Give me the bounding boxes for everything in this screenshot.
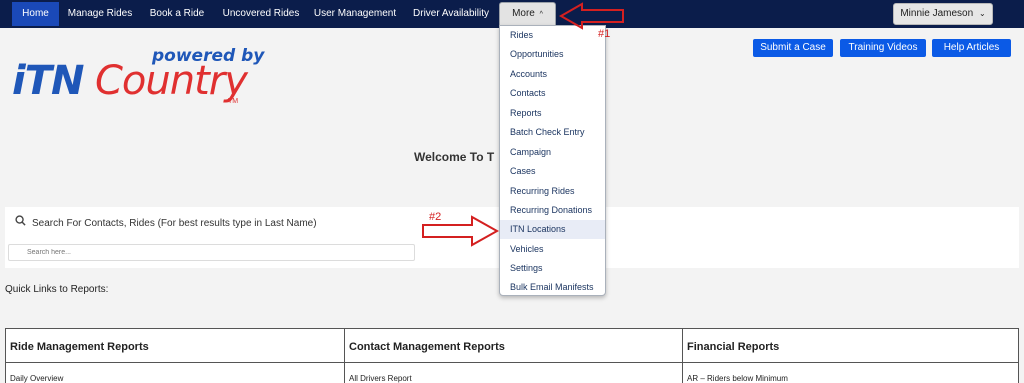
- nav-more-button[interactable]: More ^: [499, 2, 556, 26]
- nav-manage-rides[interactable]: Manage Rides: [63, 2, 137, 26]
- financial-reports-header: Financial Reports: [687, 341, 780, 353]
- menu-item-contacts[interactable]: Contacts: [500, 84, 605, 103]
- menu-item-campaign[interactable]: Campaign: [500, 143, 605, 162]
- training-videos-button[interactable]: Training Videos: [840, 39, 926, 57]
- menu-item-settings[interactable]: Settings: [500, 259, 605, 278]
- menu-item-bulk-email-manifests[interactable]: Bulk Email Manifests: [500, 278, 605, 297]
- report-link-all-drivers[interactable]: All Drivers Report: [349, 374, 412, 383]
- ride-management-column: Ride Management Reports Daily Overview: [6, 329, 345, 383]
- menu-item-reports[interactable]: Reports: [500, 104, 605, 123]
- menu-item-cases[interactable]: Cases: [500, 162, 605, 181]
- more-dropdown-menu: Rides Opportunities Accounts Contacts Re…: [499, 25, 606, 296]
- search-input[interactable]: [8, 244, 415, 261]
- nav-driver-availability[interactable]: Driver Availability: [409, 2, 493, 26]
- nav-user-management[interactable]: User Management: [311, 2, 399, 26]
- chevron-up-icon: ^: [539, 11, 543, 18]
- menu-item-vehicles[interactable]: Vehicles: [500, 240, 605, 259]
- quick-links-label: Quick Links to Reports:: [5, 284, 109, 295]
- ride-management-header: Ride Management Reports: [10, 341, 149, 353]
- menu-item-opportunities[interactable]: Opportunities: [500, 45, 605, 64]
- menu-item-accounts[interactable]: Accounts: [500, 65, 605, 84]
- report-link-ar-riders[interactable]: AR – Riders below Minimum: [687, 374, 788, 383]
- welcome-text: Welcome To T: [414, 150, 495, 164]
- nav-home[interactable]: Home: [12, 2, 59, 26]
- report-link-daily-overview[interactable]: Daily Overview: [10, 374, 63, 383]
- chevron-down-icon: ⌄: [978, 9, 986, 18]
- contact-management-header: Contact Management Reports: [349, 341, 505, 353]
- menu-item-recurring-donations[interactable]: Recurring Donations: [500, 201, 605, 220]
- help-articles-button[interactable]: Help Articles: [932, 39, 1011, 57]
- search-title: Search For Contacts, Rides (For best res…: [15, 215, 317, 229]
- itn-country-logo: powered by iTN Country TM: [12, 46, 264, 116]
- contact-management-column: Contact Management Reports All Drivers R…: [345, 329, 683, 383]
- search-icon: [15, 215, 26, 229]
- financial-reports-column: Financial Reports AR – Riders below Mini…: [683, 329, 1018, 383]
- nav-more-label: More: [512, 8, 535, 19]
- nav-book-a-ride[interactable]: Book a Ride: [145, 2, 209, 26]
- nav-uncovered-rides[interactable]: Uncovered Rides: [219, 2, 303, 26]
- user-menu-button[interactable]: Minnie Jameson ⌄: [893, 3, 993, 25]
- menu-item-recurring-rides[interactable]: Recurring Rides: [500, 182, 605, 201]
- logo-brand-itn: iTN: [12, 58, 84, 104]
- menu-item-itn-locations[interactable]: ITN Locations: [500, 220, 605, 239]
- menu-item-batch-check-entry[interactable]: Batch Check Entry: [500, 123, 605, 142]
- logo-brand-country: Country: [95, 58, 248, 104]
- logo-trademark: TM: [228, 98, 239, 105]
- user-name: Minnie Jameson: [900, 8, 974, 19]
- annotation-label-2: #2: [429, 211, 442, 223]
- annotation-label-1: #1: [598, 28, 611, 40]
- submit-case-button[interactable]: Submit a Case: [753, 39, 833, 57]
- annotation-arrow-1-icon: [558, 2, 624, 30]
- search-title-text: Search For Contacts, Rides (For best res…: [32, 218, 317, 229]
- reports-table: Ride Management Reports Daily Overview C…: [5, 328, 1019, 383]
